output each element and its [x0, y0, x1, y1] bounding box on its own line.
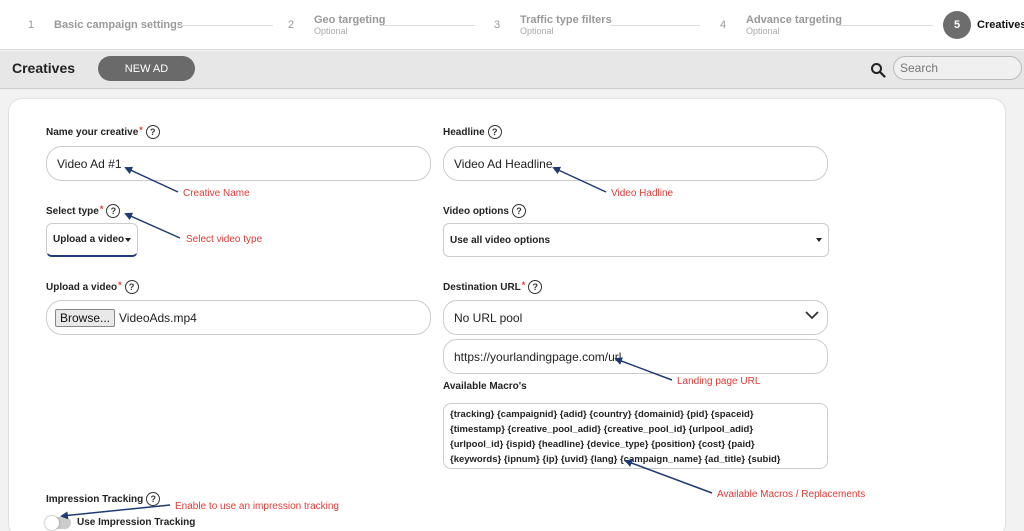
new-ad-button[interactable]: NEW AD [98, 56, 195, 81]
step-geo-targeting[interactable]: 2 Geo targeting Optional [288, 0, 386, 50]
required-mark: * [118, 280, 122, 290]
annotation-macros: Available Macros / Replacements [717, 489, 866, 500]
required-mark: * [99, 204, 104, 214]
step-number: 4 [720, 19, 727, 31]
required-mark: * [521, 280, 526, 290]
headline-label: Headline? [443, 125, 502, 139]
step-creatives-title[interactable]: Creatives [977, 19, 1024, 31]
step-number: 2 [288, 19, 295, 31]
step-advance-targeting[interactable]: 4 Advance targeting Optional [720, 0, 842, 50]
page-title: Creatives [12, 60, 76, 76]
file-name: VideoAds.mp4 [119, 310, 197, 325]
upload-label: Upload a video *? [46, 280, 139, 294]
destination-url-value: https://yourlandingpage.com/url [454, 349, 622, 364]
macros-label: Available Macro's [443, 381, 527, 392]
step-creatives-number[interactable]: 5 [943, 11, 971, 39]
headline-value: Video Ad Headline [454, 156, 553, 171]
creative-name-input[interactable]: Video Ad #1 [46, 146, 431, 181]
step-traffic-filters[interactable]: 3 Traffic type filters Optional [494, 0, 612, 50]
campaign-stepper: 1 Basic campaign settings 2 Geo targetin… [0, 0, 1024, 50]
step-title: Traffic type filters [520, 14, 612, 26]
annotation-landing-url: Landing page URL [677, 376, 761, 387]
video-options-label-text: Video options [443, 205, 509, 217]
file-upload-field: Browse... VideoAds.mp4 [46, 300, 431, 335]
name-label-text: Name your creative [46, 126, 139, 138]
step-subtitle: Optional [314, 26, 348, 36]
step-number: 1 [28, 19, 35, 31]
macros-label-text: Available Macro's [443, 381, 527, 392]
video-options-label: Video options? [443, 204, 526, 218]
select-type-label: Select type *? [46, 204, 121, 218]
impression-toggle[interactable] [45, 516, 71, 530]
creatives-toolbar: Creatives NEW AD [0, 51, 1024, 89]
step-connector [178, 25, 273, 26]
name-label: Name your creative *? [46, 125, 160, 139]
help-icon[interactable]: ? [511, 204, 526, 218]
macros-box: {tracking} {campaignid} {adid} {country}… [443, 403, 828, 469]
headline-label-text: Headline [443, 126, 485, 138]
destination-url-label: Destination URL *? [443, 280, 543, 294]
browse-button[interactable]: Browse... [55, 308, 116, 327]
annotation-video-headline: Video Hadline [611, 188, 674, 199]
step-title: Basic campaign settings [54, 19, 183, 31]
caret-down-icon [125, 237, 131, 242]
macros-line: {timestamp} {creative_pool_adid} {creati… [450, 424, 754, 435]
step-number: 3 [494, 19, 501, 31]
destination-url-label-text: Destination URL [443, 281, 521, 293]
step-title: Geo targeting [314, 14, 386, 26]
help-icon[interactable]: ? [487, 125, 502, 139]
impression-label-text: Impression Tracking [46, 493, 144, 505]
type-select-value: Upload a video [53, 234, 125, 245]
search-icon[interactable] [870, 62, 886, 78]
step-connector [838, 25, 933, 26]
macros-line: {tracking} {campaignid} {adid} {country}… [450, 409, 754, 420]
step-connector [610, 25, 700, 26]
upload-label-text: Upload a video [46, 281, 118, 293]
help-icon[interactable]: ? [146, 492, 161, 506]
search-input[interactable] [893, 56, 1022, 80]
chevron-down-icon [805, 311, 819, 320]
select-type-label-text: Select type [46, 205, 99, 217]
help-icon[interactable]: ? [124, 280, 139, 294]
video-options-select[interactable]: Use all video options [443, 223, 829, 257]
step-subtitle: Optional [520, 26, 554, 36]
video-options-value: Use all video options [450, 234, 551, 246]
macros-line: {urlpool_id} {ispid} {headline} {device_… [450, 439, 755, 450]
creative-name-value: Video Ad #1 [57, 156, 122, 171]
annotation-creative-name: Creative Name [183, 188, 250, 199]
help-icon[interactable]: ? [106, 204, 121, 218]
required-mark: * [139, 125, 143, 135]
url-pool-value: No URL pool [454, 310, 523, 325]
headline-input[interactable]: Video Ad Headline [443, 146, 828, 181]
step-subtitle: Optional [746, 26, 780, 36]
url-pool-select[interactable]: No URL pool [443, 300, 828, 335]
impression-toggle-label: Use Impression Tracking [77, 517, 196, 528]
annotation-impression: Enable to use an impression tracking [175, 501, 339, 512]
help-icon[interactable]: ? [145, 125, 160, 139]
help-icon[interactable]: ? [528, 280, 543, 294]
step-connector [382, 25, 475, 26]
step-title: Advance targeting [746, 14, 842, 26]
annotation-select-type: Select video type [186, 234, 263, 245]
caret-down-icon [816, 238, 822, 242]
destination-url-input[interactable]: https://yourlandingpage.com/url [443, 339, 828, 374]
impression-label: Impression Tracking? [46, 492, 161, 506]
macros-line: {keywords} {ipnum} {ip} {uvid} {lang} {c… [450, 454, 781, 465]
step-basic-settings[interactable]: 1 Basic campaign settings [28, 0, 183, 50]
toggle-knob [45, 516, 59, 530]
type-select[interactable]: Upload a video [46, 223, 138, 257]
